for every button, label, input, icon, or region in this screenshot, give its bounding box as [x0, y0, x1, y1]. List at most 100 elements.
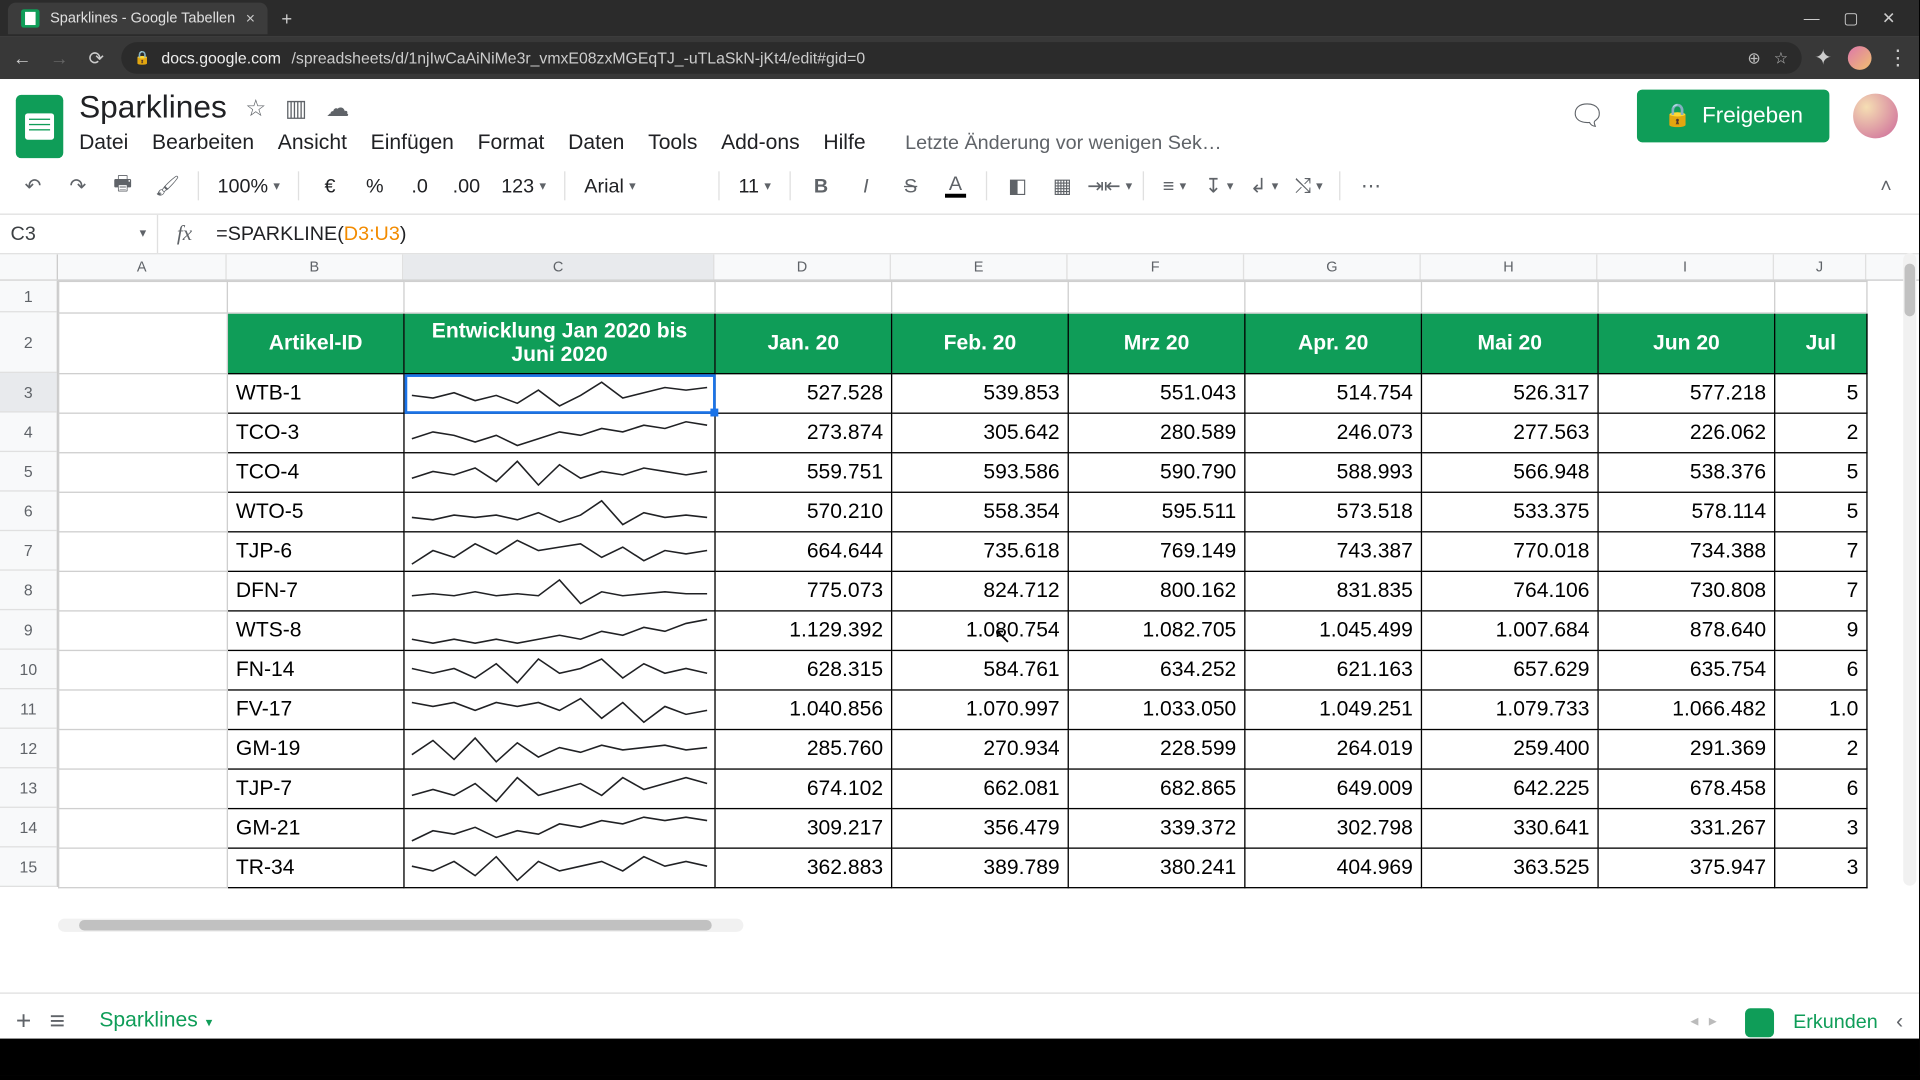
fill-color-icon[interactable]: ◧ [998, 166, 1038, 206]
explore-icon[interactable] [1746, 1008, 1775, 1037]
strike-button[interactable]: S [891, 166, 931, 206]
row-header[interactable]: 8 [0, 571, 57, 611]
row-header[interactable]: 3 [0, 373, 57, 413]
wrap-icon[interactable]: ↲ [1244, 166, 1284, 206]
menu-bearbeiten[interactable]: Bearbeiten [152, 132, 254, 156]
row-header[interactable]: 6 [0, 492, 57, 532]
back-icon[interactable]: ← [11, 47, 35, 68]
decrease-decimal-button[interactable]: .0 [400, 166, 440, 206]
sheet-prev-icon[interactable]: ◄ [1688, 1015, 1701, 1029]
more-icon[interactable]: ⋯ [1351, 166, 1391, 206]
last-edit[interactable]: Letzte Änderung vor wenigen Sek… [905, 132, 1222, 156]
extensions-icon[interactable]: ✦ [1814, 45, 1832, 71]
col-header[interactable]: H [1421, 254, 1598, 279]
row-header[interactable]: 11 [0, 689, 57, 729]
col-header[interactable]: D [714, 254, 891, 279]
move-icon[interactable]: ▥ [285, 94, 307, 122]
account-avatar[interactable] [1853, 94, 1898, 139]
borders-icon[interactable]: ▦ [1042, 166, 1082, 206]
profile-avatar[interactable] [1848, 46, 1872, 70]
redo-icon[interactable]: ↷ [58, 166, 98, 206]
data-cell: TJP-6 [227, 532, 404, 572]
star-icon[interactable]: ☆ [245, 94, 266, 122]
address-bar[interactable]: 🔒 docs.google.com/spreadsheets/d/1njIwCa… [121, 42, 1801, 74]
reload-icon[interactable]: ⟳ [84, 47, 108, 69]
col-header[interactable]: G [1244, 254, 1421, 279]
bookmark-icon[interactable]: ☆ [1774, 49, 1788, 67]
menu-ansicht[interactable]: Ansicht [278, 132, 347, 156]
increase-decimal-button[interactable]: .00 [445, 166, 488, 206]
horizontal-scrollbar[interactable] [58, 919, 743, 932]
number-format-button[interactable]: 123 [493, 166, 554, 206]
menu-tools[interactable]: Tools [648, 132, 697, 156]
bold-button[interactable]: B [801, 166, 841, 206]
row-header[interactable]: 9 [0, 610, 57, 650]
row-header[interactable]: 1 [0, 281, 57, 313]
col-header[interactable]: A [58, 254, 227, 279]
italic-button[interactable]: I [846, 166, 886, 206]
maximize-icon[interactable]: ▢ [1843, 9, 1858, 27]
undo-icon[interactable]: ↶ [13, 166, 53, 206]
vertical-scrollbar[interactable] [1903, 253, 1916, 886]
print-icon[interactable]: 🖶 [103, 166, 143, 206]
browser-tab[interactable]: Sparklines - Google Tabellen × [8, 3, 268, 35]
font-size-select[interactable]: 11 [731, 166, 779, 206]
menu-format[interactable]: Format [478, 132, 545, 156]
select-all-corner[interactable] [0, 254, 58, 279]
all-sheets-icon[interactable]: ≡ [50, 1007, 65, 1037]
row-header[interactable]: 12 [0, 729, 57, 769]
menu-addons[interactable]: Add-ons [721, 132, 800, 156]
sheet-next-icon[interactable]: ► [1706, 1015, 1719, 1029]
row-header[interactable]: 5 [0, 452, 57, 492]
merge-icon[interactable]: ⇥⇤ [1087, 166, 1132, 206]
forward-icon[interactable]: → [47, 47, 71, 68]
row-header[interactable]: 10 [0, 650, 57, 690]
sheet-tab[interactable]: Sparklines▾ [84, 1001, 229, 1043]
zoom-icon[interactable]: ⊕ [1747, 49, 1760, 67]
menu-hilfe[interactable]: Hilfe [823, 132, 865, 156]
percent-button[interactable]: % [355, 166, 395, 206]
row-header[interactable]: 2 [0, 312, 57, 373]
menu-icon[interactable]: ⋮ [1887, 45, 1908, 71]
col-header[interactable]: J [1774, 254, 1866, 279]
share-button[interactable]: 🔒 Freigeben [1637, 90, 1829, 143]
menu-datei[interactable]: Datei [79, 132, 128, 156]
currency-button[interactable]: € [310, 166, 350, 206]
row-header[interactable]: 13 [0, 768, 57, 808]
new-tab-button[interactable]: + [281, 8, 292, 29]
close-icon[interactable]: × [246, 9, 255, 27]
menu-daten[interactable]: Daten [568, 132, 624, 156]
col-header[interactable]: F [1068, 254, 1245, 279]
col-header[interactable]: E [891, 254, 1068, 279]
explore-label[interactable]: Erkunden [1793, 1011, 1878, 1033]
col-header[interactable]: C [403, 254, 714, 279]
v-align-icon[interactable]: ↧ [1200, 166, 1240, 206]
formula-input[interactable]: =SPARKLINE(D3:U3) [211, 215, 1919, 253]
row-header[interactable]: 14 [0, 808, 57, 848]
collapse-toolbar-icon[interactable]: ˄ [1866, 166, 1906, 206]
text-color-button[interactable]: A [936, 166, 976, 206]
col-header[interactable]: I [1597, 254, 1774, 279]
zoom-select[interactable]: 100% [210, 166, 288, 206]
side-panel-icon[interactable]: ‹ [1896, 1010, 1903, 1034]
minimize-icon[interactable]: — [1804, 9, 1820, 27]
paint-format-icon[interactable]: 🖌 [148, 166, 188, 206]
font-select[interactable]: Arial [576, 166, 708, 206]
spreadsheet-grid[interactable]: A B C D E F G H I J 12345678910111213141… [0, 254, 1919, 992]
rotate-icon[interactable]: ⤭ [1289, 166, 1329, 206]
close-window-icon[interactable]: ✕ [1882, 9, 1895, 27]
col-header[interactable]: B [227, 254, 404, 279]
h-align-icon[interactable]: ≡ [1155, 166, 1195, 206]
cloud-icon[interactable]: ☁ [326, 94, 350, 122]
doc-title[interactable]: Sparklines [79, 90, 227, 127]
menu-einfuegen[interactable]: Einfügen [371, 132, 454, 156]
row-header[interactable]: 15 [0, 847, 57, 887]
row-header[interactable]: 4 [0, 413, 57, 453]
sheets-logo-icon[interactable] [16, 95, 63, 158]
row-header[interactable]: 7 [0, 531, 57, 571]
comments-icon[interactable]: 🗨 [1561, 90, 1614, 143]
name-box[interactable]: C3▾ [0, 215, 158, 253]
sparkline-cell [404, 374, 715, 414]
data-cell: 558.354 [892, 492, 1069, 532]
add-sheet-icon[interactable]: + [16, 1007, 31, 1037]
